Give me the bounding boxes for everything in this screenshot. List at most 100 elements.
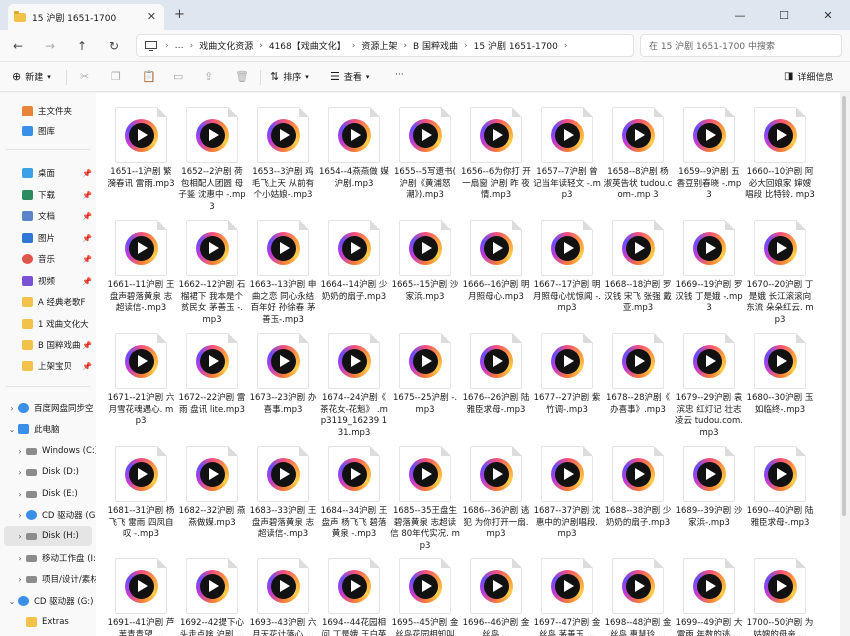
file-item[interactable]: 1697--47沪剧 金 丝鸟 茅善玉 ... [532,552,602,636]
pin-icon[interactable]: 📌 [82,362,92,371]
file-item[interactable]: 1679--29沪剧 袁 滨忠 红灯记 壮志 凌云 tudou.com.mp3 [674,327,744,438]
paste-button[interactable]: 📋 [142,70,156,83]
chevron-right-icon[interactable]: › [6,404,18,413]
view-button[interactable]: ☰ 查看 ▾ [330,70,369,83]
pin-icon[interactable]: 📌 [82,341,92,350]
file-item[interactable]: 1663--13沪剧 申 曲之恋 同心永结 百年好 孙徐春 茅 善玉-.mp3 [248,214,318,325]
file-item[interactable]: 1669--19沪剧 罗 汉钱 丁是娥 -.mp3 [674,214,744,322]
chevron-right-icon[interactable]: › [14,554,26,563]
breadcrumb-item[interactable]: 15 沪剧 1651-1700 [474,39,558,52]
pin-icon[interactable]: 📌 [82,191,92,200]
chevron-right-icon[interactable]: › [14,532,26,541]
file-item[interactable]: 1662--12沪剧 石 榴裙下 我本是个 贫民女 茅善玉 -.mp3 [177,214,247,325]
search-input[interactable]: 在 15 沪剧 1651-1700 中搜索 [640,34,842,57]
active-tab[interactable]: 15 沪剧 1651-1700 ✕ [8,4,164,30]
sidebar-item-folder[interactable]: 上架宝贝 📌 [0,356,96,376]
up-button[interactable]: ↑ [72,36,92,56]
address-bar[interactable]: › … › 戏曲文化资源 › 4168【戏曲文化】 › 资源上架 › B 国粹戏… [136,34,634,57]
rename-button[interactable]: ▭ [173,70,183,83]
file-item[interactable]: 1691--41沪剧 芦 苇青青望 ... [106,552,176,636]
file-item[interactable]: 1661--11沪剧 王 盘声碧落黄泉 志 超读信-.mp3 [106,214,176,322]
forward-button[interactable]: → [40,36,60,56]
details-button[interactable]: ◨ 详细信息 [784,70,833,83]
chevron-down-icon[interactable]: ⌄ [6,597,18,606]
sidebar-item-pictures[interactable]: 图片 📌 [0,228,96,248]
sidebar-tree-item[interactable]: Extras [0,612,96,632]
delete-button[interactable]: 🗑 [235,70,249,83]
breadcrumb-item[interactable]: B 国粹戏曲 [413,39,458,52]
sidebar-tree-item[interactable]: › Windows (C:) [0,441,96,461]
file-item[interactable]: 1686--36沪剧 逃 犯 为你打开一扇. mp3 [461,440,531,548]
sidebar-item-folder[interactable]: B 国粹戏曲 📌 [0,335,96,355]
sidebar-tree-item[interactable]: ⌄ CD 驱动器 (G:) [0,591,96,611]
file-item[interactable]: 1652--2沪剧 荷 包相配人团圆 母 子鉴 沈惠中 -.mp3 [177,101,247,212]
file-item[interactable]: 1685--35王盘生 碧落黄泉 志超读 信 80年代实况. mp3 [390,440,460,551]
file-item[interactable]: 1654--4燕燕做 媒 沪剧.mp3 [319,101,389,209]
minimize-button[interactable]: — [718,0,762,30]
file-item[interactable]: 1681--31沪剧 杨 飞飞 雷雨 四凤自 叹 -.mp3 [106,440,176,548]
file-item[interactable]: 1670--20沪剧 丁 是娥 长江滚滚向 东流 朵朵红云. mp3 [745,214,815,325]
chevron-right-icon[interactable]: › [14,511,26,520]
cut-button[interactable]: ✂ [80,70,89,83]
file-item[interactable]: 1698--48沪剧 金 丝鸟 惠慧玲 ... [603,552,673,636]
file-item[interactable]: 1677--27沪剧 紫 竹调-.mp3 [532,327,602,435]
copy-button[interactable]: ❐ [111,70,121,83]
file-item[interactable]: 1651--1沪剧 繁 漪春讯 雷雨.mp3 [106,101,176,209]
file-item[interactable]: 1659--9沪剧 五 香豆别春晓 -.mp3 [674,101,744,209]
file-item[interactable]: 1673--23沪剧 办 喜事.mp3 [248,327,318,435]
file-item[interactable]: 1688--38沪剧 少 奶奶的扇子.mp3 [603,440,673,548]
breadcrumb-item[interactable]: 4168【戏曲文化】 [269,39,346,52]
sidebar-item-music[interactable]: 音乐 📌 [0,249,96,269]
file-item[interactable]: 1674--24沪剧《 茶花女-花魁》 .mp3119_16239 131.mp… [319,327,389,438]
sidebar-tree-item[interactable]: › 项目/设计/素材 [0,569,96,589]
new-button[interactable]: ⊕ 新建 ▾ [12,70,51,83]
share-button[interactable]: ⇪ [204,70,213,83]
sidebar-tree-item[interactable]: › CD 驱动器 (G: [0,505,96,525]
sidebar-item-downloads[interactable]: 下载 📌 [0,185,96,205]
sort-button[interactable]: ⇅ 排序 ▾ [270,70,309,83]
sidebar-item-gallery[interactable]: 图库 [0,121,96,141]
file-item[interactable]: 1656--6为你打 开一扇窗 沪剧 昨 夜情.mp3 [461,101,531,209]
file-item[interactable]: 1687--37沪剧 沈 惠中的沪剧唱段. mp3 [532,440,602,548]
sidebar-item-home[interactable]: 主文件夹 [0,101,96,121]
refresh-button[interactable]: ↻ [104,36,124,56]
file-item[interactable]: 1680--30沪剧 玉 如临终-.mp3 [745,327,815,435]
file-item[interactable]: 1672--22沪剧 雷 雨 盘讯 lite.mp3 [177,327,247,435]
sidebar-item-documents[interactable]: 文档 📌 [0,206,96,226]
pin-icon[interactable]: 📌 [82,234,92,243]
breadcrumb-item[interactable]: 资源上架 [361,39,397,52]
sidebar-item-folder[interactable]: 1 戏曲文化大 [0,314,96,334]
file-item[interactable]: 1682--32沪剧 燕 燕做媒.mp3 [177,440,247,548]
file-item[interactable]: 1665--15沪剧 沙 家浜.mp3 [390,214,460,322]
pin-icon[interactable]: 📌 [82,169,92,178]
sidebar-tree-item[interactable]: › Disk (D:) [0,462,96,482]
sidebar-item-videos[interactable]: 视频 📌 [0,271,96,291]
sidebar-tree-item[interactable]: › Disk (E:) [0,484,96,504]
file-item[interactable]: 1678--28沪剧《 办喜事》.mp3 [603,327,673,435]
file-item[interactable]: 1694--44花园相 问 丁是娥 王白英 ... [319,552,389,636]
pin-icon[interactable]: 📌 [82,277,92,286]
file-item[interactable]: 1660--10沪剧 阿 必大回娘家 婶嫂 唱段 比特铃. mp3 [745,101,815,209]
sidebar-tree-item-selected[interactable]: › Disk (H:) [4,526,92,546]
pin-icon[interactable]: 📌 [82,212,92,221]
file-item[interactable]: 1692--42提下心 头走点啥 沪剧 ... [177,552,247,636]
file-item[interactable]: 1671--21沪剧 六 月雪花魂遇心. mp3 [106,327,176,435]
file-item[interactable]: 1675--25沪剧 -.mp3 [390,327,460,435]
file-item[interactable]: 1653--3沪剧 鸡 毛飞上天 从前有 个小姑娘-.mp3 [248,101,318,209]
sidebar-tree-item[interactable]: › 移动工作盘 (I: [0,548,96,568]
file-item[interactable]: 1684--34沪剧 王 盘声 杨飞飞 碧落 黄泉 -.mp3 [319,440,389,548]
file-item[interactable]: 1666--16沪剧 明 月照母心.mp3 [461,214,531,322]
sidebar-tree-item[interactable]: ⌄ 此电脑 [0,419,96,439]
breadcrumb-ellipsis[interactable]: … [175,41,184,51]
new-tab-button[interactable]: + [174,7,185,22]
more-options-button[interactable]: ··· [395,70,404,80]
file-item[interactable]: 1657--7沪剧 曾 记当年读轻文 -.mp3 [532,101,602,209]
file-item[interactable]: 1655--5写遗书( 沪剧《黄浦怒 潮》).mp3 [390,101,460,209]
file-item[interactable]: 1668--18沪剧 罗 汉钱 宋飞 张强 戴亚.mp3 [603,214,673,322]
file-item[interactable]: 1667--17沪剧 明 月照母心忧惊闻 -.mp3 [532,214,602,322]
close-tab-icon[interactable]: ✕ [147,10,156,23]
file-item[interactable]: 1699--49沪剧 大 雷雨 年数的逃 ... [674,552,744,636]
chevron-right-icon[interactable]: › [14,468,26,477]
breadcrumb-item[interactable]: 戏曲文化资源 [199,39,253,52]
sidebar-tree-item[interactable]: › 百度网盘同步空 [0,398,96,418]
